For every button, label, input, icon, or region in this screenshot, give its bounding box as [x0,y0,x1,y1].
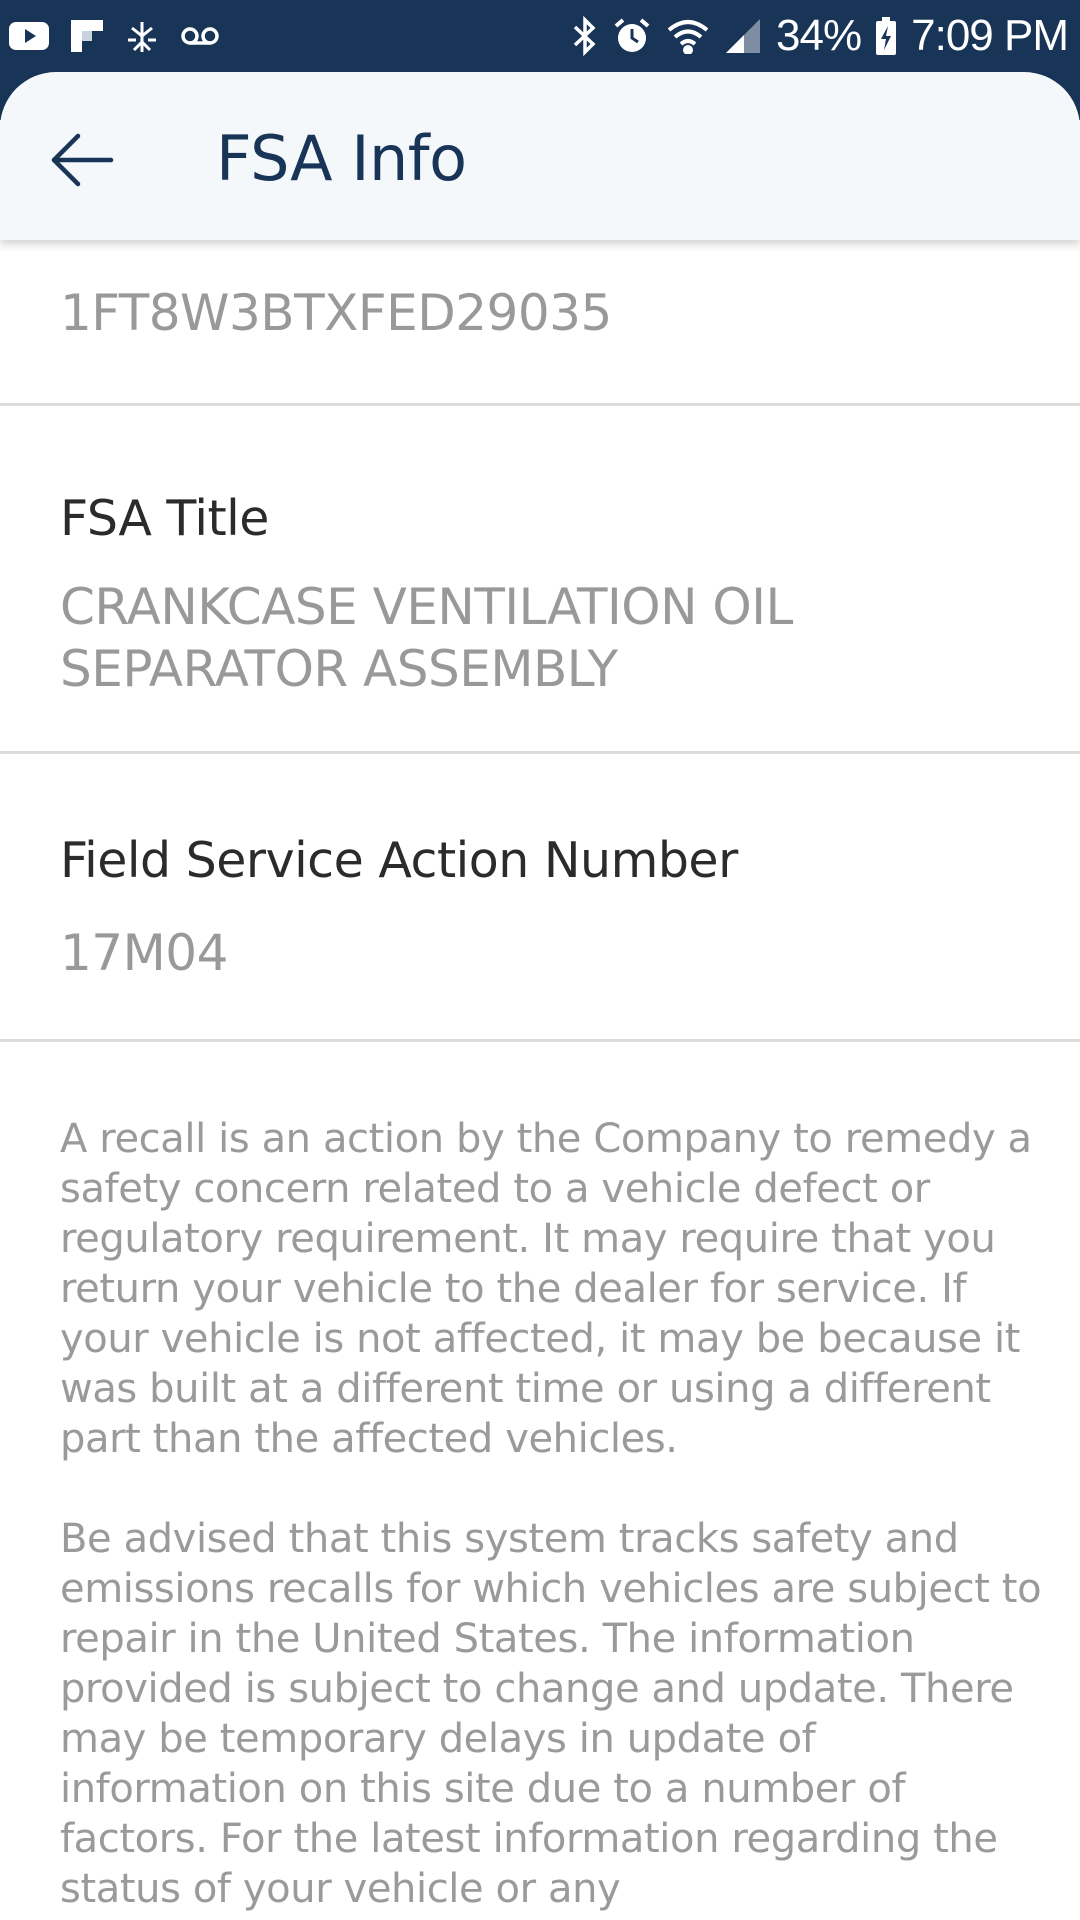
antenna-icon [124,18,160,54]
vin-section: 1FT8W3BTXFED29035 [0,240,1080,406]
fsa-number-section: Field Service Action Number 17M04 [0,754,1080,1042]
fsa-title-section: FSA Title CRANKCASE VENTILATION OIL SEPA… [0,406,1080,754]
page-title: FSA Info [216,122,467,195]
clock: 7:09 PM [911,11,1069,60]
arrow-left-icon [49,132,115,193]
system-icons: 34% 7:09 PM [572,8,1069,64]
voicemail-icon [180,24,220,48]
app-bar: FSA Info [0,72,1080,240]
bluetooth-icon [572,16,598,56]
fsa-number-label: Field Service Action Number [60,832,738,889]
fsa-title-label: FSA Title [60,490,269,547]
battery-charging-icon [875,16,897,56]
screen: 34% 7:09 PM FSA Info 1FT8W3BTXFED29035 F… [0,0,1080,1920]
fsa-title-value-line1: CRANKCASE VENTILATION OIL [60,578,793,636]
tracking-advisory-text: Be advised that this system tracks safet… [60,1516,1042,1912]
recall-definition-text: A recall is an action by the Company to … [60,1116,1032,1462]
fsa-title-value-line2: SEPARATOR ASSEMBLY [60,640,618,698]
notification-icons [8,14,220,58]
fsa-details[interactable]: 1FT8W3BTXFED29035 FSA Title CRANKCASE VE… [0,240,1080,1920]
vin-value: 1FT8W3BTXFED29035 [60,284,612,342]
back-button[interactable] [40,120,124,204]
battery-percent: 34% [776,11,862,60]
flipboard-icon [70,19,104,53]
signal-icon [724,17,762,55]
alarm-icon [612,16,652,56]
youtube-icon [8,20,50,52]
fsa-number-value: 17M04 [60,924,228,982]
wifi-icon [666,18,710,54]
